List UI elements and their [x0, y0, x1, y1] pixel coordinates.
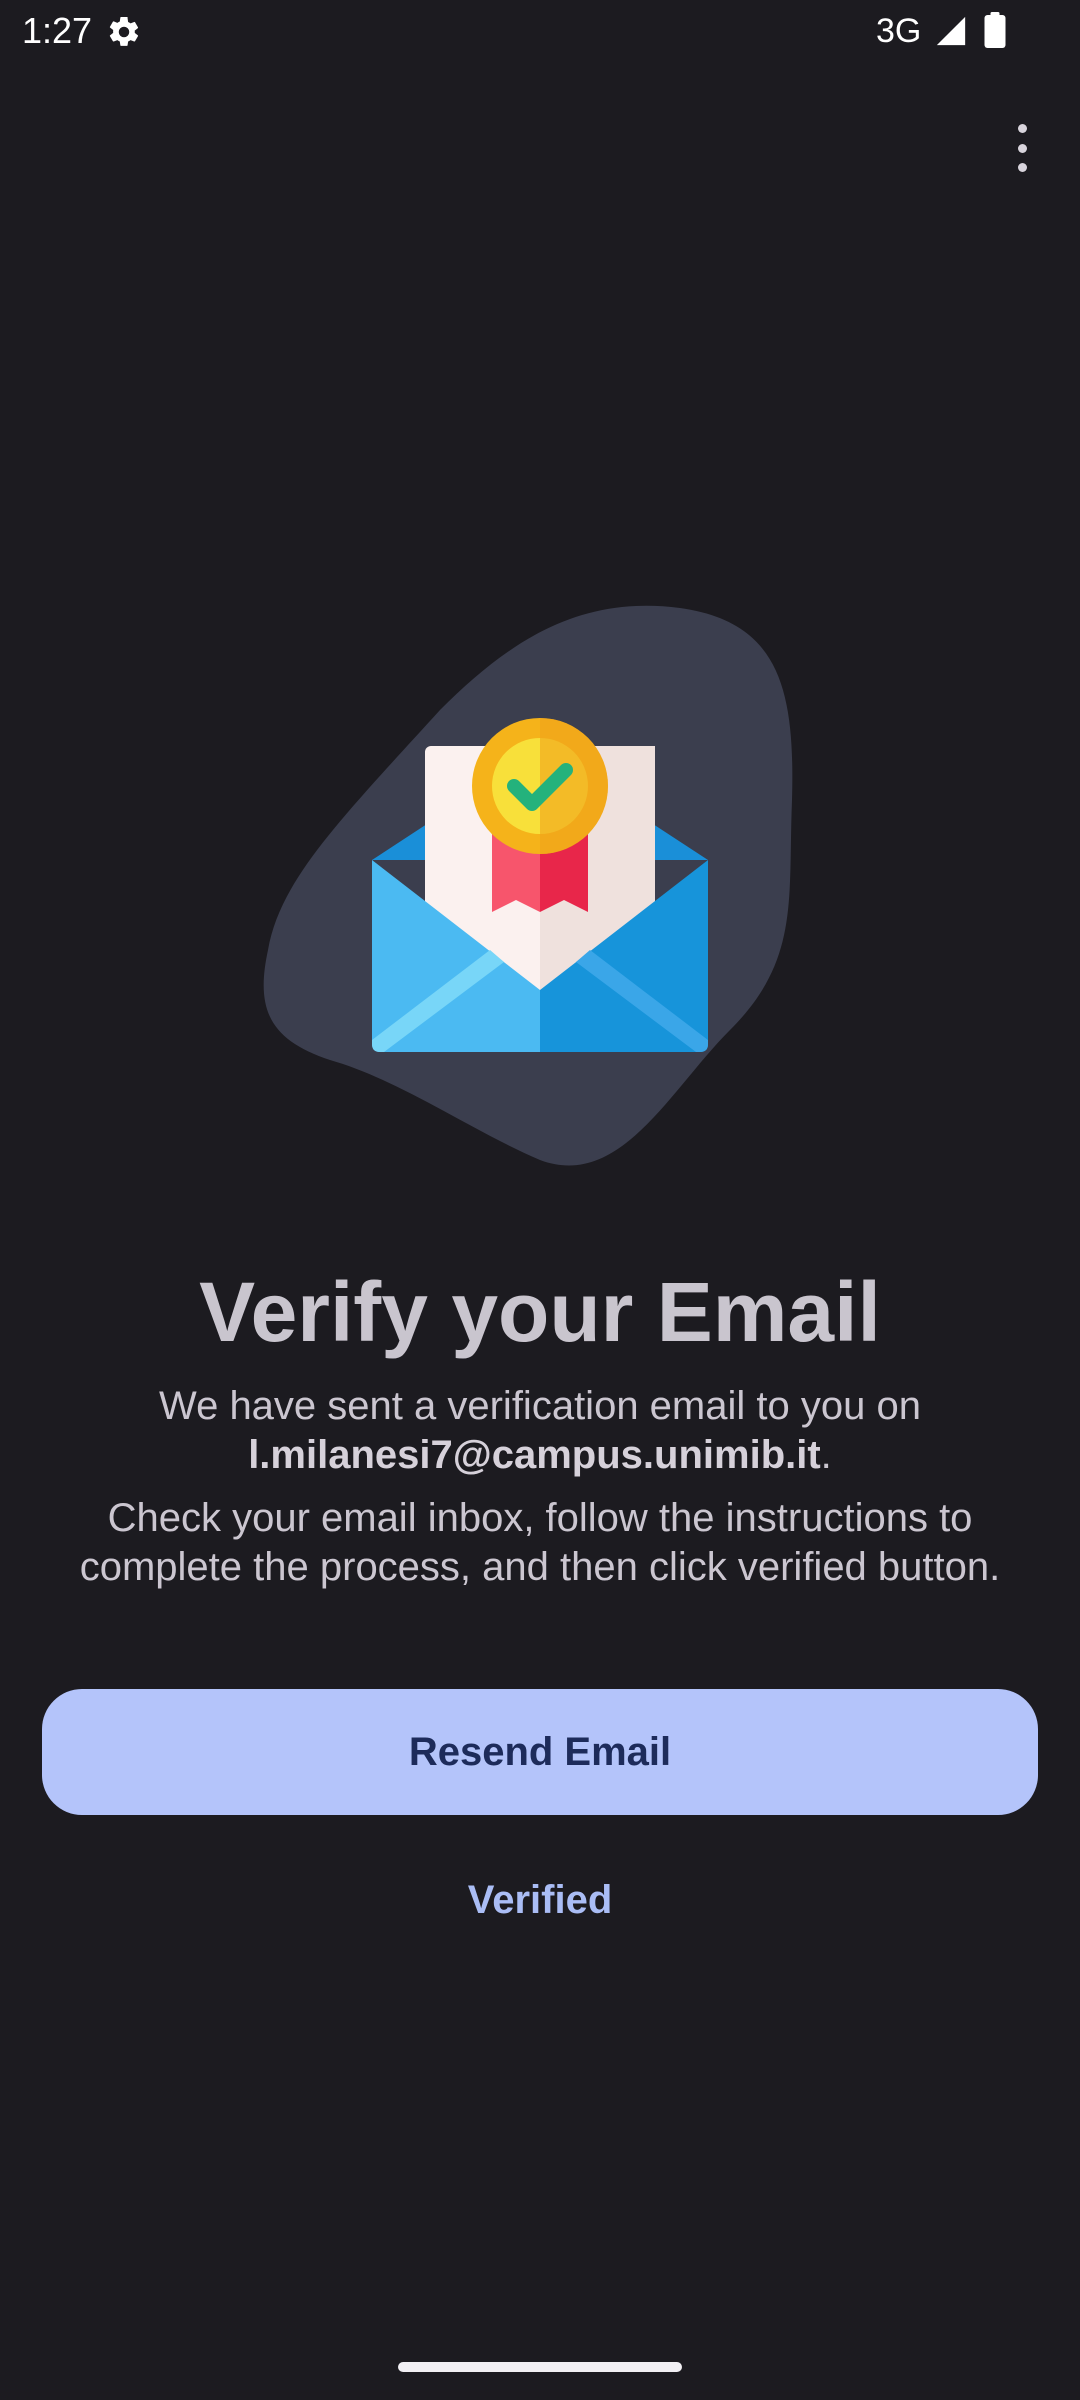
gear-icon	[109, 16, 139, 46]
instructions-text: Check your email inbox, follow the instr…	[79, 1496, 1001, 1589]
more-vert-icon[interactable]	[1000, 118, 1044, 178]
network-type: 3G	[876, 12, 922, 50]
message-prefix: We have sent a verification email to you…	[159, 1384, 921, 1428]
page-title: Verify your Email	[199, 1265, 881, 1359]
menu-dot	[1017, 143, 1027, 153]
email-address: l.milanesi7@campus.unimib.it	[248, 1433, 821, 1477]
menu-dot	[1017, 124, 1027, 133]
battery-icon	[984, 12, 1006, 48]
verification-message: We have sent a verification email to you…	[40, 1382, 1040, 1480]
signal-icon	[936, 16, 966, 46]
home-indicator[interactable]	[398, 2362, 682, 2372]
verified-button[interactable]: Verified	[390, 1862, 690, 1938]
resend-email-button[interactable]: Resend Email	[42, 1689, 1038, 1815]
menu-dot	[1017, 163, 1027, 172]
status-time: 1:27	[22, 10, 93, 51]
verified-email-envelope-icon	[263, 605, 793, 1166]
status-bar: 1:27 3G	[0, 0, 1080, 62]
message-suffix: .	[820, 1433, 832, 1477]
